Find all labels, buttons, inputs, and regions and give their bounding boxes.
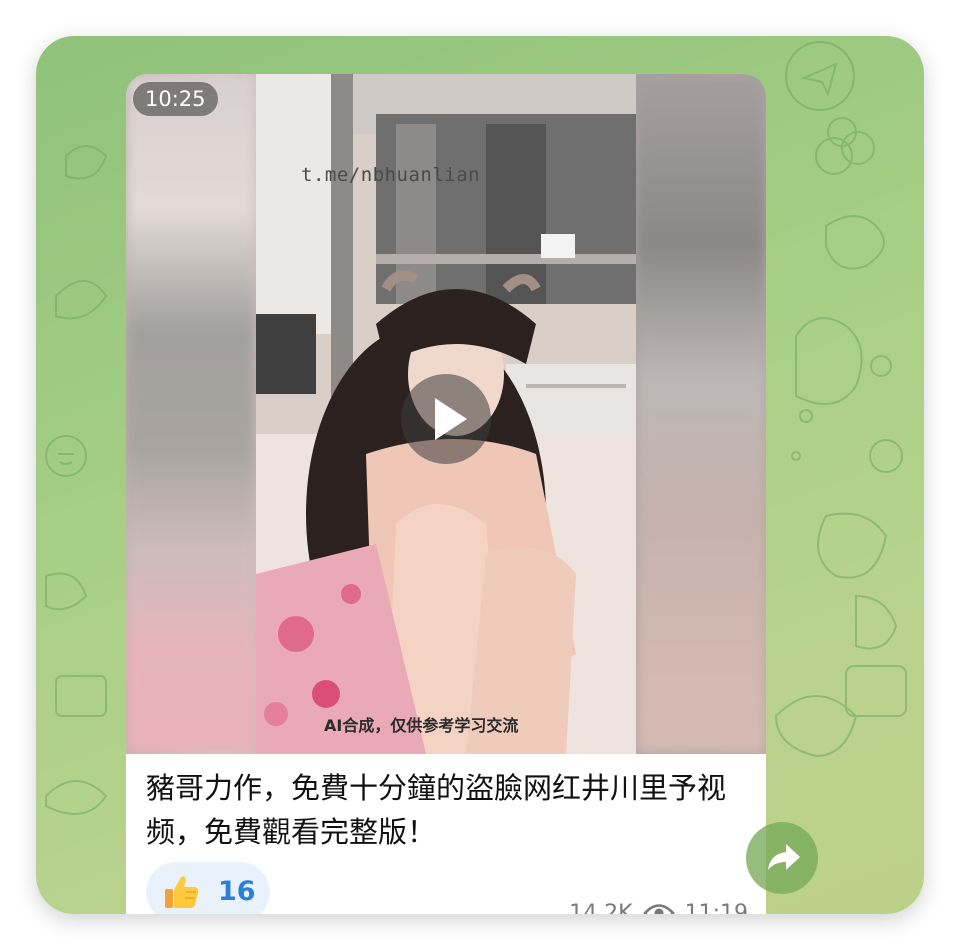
bubble-tail — [133, 912, 134, 914]
chat-window: 10:25 t.me/nbhuanlian AI合成，仅供参考学习交流 豬哥力作… — [36, 36, 924, 914]
message-bubble[interactable]: 10:25 t.me/nbhuanlian AI合成，仅供参考学习交流 豬哥力作… — [126, 74, 766, 914]
play-button[interactable] — [401, 374, 491, 464]
share-arrow-icon — [768, 844, 800, 870]
message-time: 11:19 — [684, 900, 748, 915]
view-count: 14.2K — [569, 900, 633, 915]
message-meta: 14.2K 11:19 — [569, 898, 748, 914]
video-watermark: t.me/nbhuanlian — [301, 164, 481, 186]
video-blur-left — [126, 74, 256, 754]
reaction-thumbs-up[interactable]: 16 — [146, 862, 270, 914]
reaction-count: 16 — [218, 876, 256, 907]
video-preview[interactable]: 10:25 t.me/nbhuanlian AI合成，仅供参考学习交流 — [126, 74, 766, 754]
thumbs-up-icon — [165, 876, 199, 908]
video-duration-badge: 10:25 — [133, 82, 218, 116]
share-button[interactable] — [746, 822, 818, 894]
video-subtitle: AI合成，仅供参考学习交流 — [324, 716, 519, 735]
message-caption: 豬哥力作，免費十分鐘的盜臉网红井川里予视频，免費觀看完整版！ — [146, 771, 727, 849]
play-icon — [435, 398, 467, 440]
eye-icon — [642, 904, 675, 914]
video-blur-right — [636, 74, 766, 754]
